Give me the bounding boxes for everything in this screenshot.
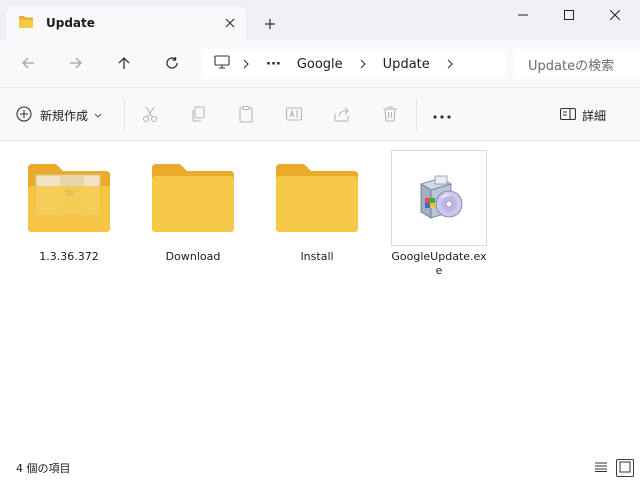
folder-item-download[interactable]: Download	[138, 150, 248, 264]
arrow-left-icon	[21, 56, 35, 73]
plus-circle-icon	[16, 105, 32, 125]
breadcrumb-overflow[interactable]: ···	[266, 57, 281, 72]
folder-icon	[269, 150, 365, 246]
arrow-right-icon	[69, 56, 83, 73]
delete-icon	[381, 105, 399, 126]
close-icon[interactable]	[222, 15, 238, 31]
folder-icon	[18, 15, 34, 32]
navigation-bar: ··· Google Update Updateの検索	[0, 40, 640, 88]
minimize-icon	[518, 9, 528, 23]
chevron-right-icon[interactable]	[440, 59, 460, 69]
minimize-button[interactable]	[500, 0, 546, 32]
title-bar: Update	[0, 0, 640, 40]
cut-button[interactable]	[138, 103, 162, 127]
new-button[interactable]: 新規作成	[16, 101, 102, 129]
breadcrumb-update[interactable]: Update	[383, 57, 430, 72]
refresh-button[interactable]	[158, 50, 186, 78]
folder-icon	[145, 150, 241, 246]
file-item-googleupdate-exe[interactable]: GoogleUpdate.exe	[384, 150, 494, 278]
list-view-icon	[595, 461, 607, 475]
large-icons-view-button[interactable]	[616, 459, 634, 477]
cut-icon	[141, 105, 159, 126]
arrow-up-icon	[117, 56, 131, 73]
item-count: 4 個の項目	[16, 462, 71, 475]
item-name: GoogleUpdate.exe	[391, 250, 487, 277]
more-icon	[433, 108, 451, 122]
computer-icon	[214, 55, 230, 73]
chevron-right-icon[interactable]	[353, 59, 373, 69]
rename-icon	[285, 105, 303, 126]
maximize-icon	[564, 9, 574, 23]
folder-with-content-icon	[21, 150, 117, 246]
refresh-icon	[165, 56, 179, 73]
close-icon	[609, 9, 621, 23]
installer-exe-icon	[391, 150, 487, 246]
share-button[interactable]	[330, 103, 354, 127]
command-bar: 新規作成 詳細	[0, 89, 640, 141]
file-view: 1.3.36.372 Download Install GoogleUpdate…	[0, 142, 640, 452]
close-window-button[interactable]	[592, 0, 638, 32]
breadcrumb-google[interactable]: Google	[297, 57, 343, 72]
rename-button[interactable]	[282, 103, 306, 127]
folder-item-version[interactable]: 1.3.36.372	[14, 150, 124, 264]
toolbar-divider	[416, 99, 417, 131]
copy-button[interactable]	[186, 103, 210, 127]
tab-update[interactable]: Update	[6, 6, 246, 40]
chevron-down-icon	[94, 108, 102, 122]
chevron-right-icon[interactable]	[236, 59, 256, 69]
paste-button[interactable]	[234, 103, 258, 127]
forward-button[interactable]	[62, 50, 90, 78]
back-button[interactable]	[14, 50, 42, 78]
delete-button[interactable]	[378, 103, 402, 127]
copy-icon	[189, 105, 207, 126]
more-options-button[interactable]	[428, 103, 456, 127]
address-bar[interactable]: ··· Google Update	[202, 49, 506, 79]
item-name: 1.3.36.372	[39, 250, 99, 263]
details-view-button[interactable]	[592, 459, 610, 477]
new-button-label: 新規作成	[40, 108, 89, 123]
maximize-button[interactable]	[546, 0, 592, 32]
item-name: Install	[300, 250, 334, 263]
new-tab-button[interactable]	[258, 12, 282, 36]
tab-title: Update	[46, 16, 95, 30]
tiles-view-icon	[619, 461, 631, 476]
paste-icon	[237, 105, 255, 126]
item-name: Download	[165, 250, 221, 263]
search-input[interactable]: Updateの検索	[514, 49, 640, 79]
details-pane-icon	[559, 107, 577, 123]
details-pane-button[interactable]: 詳細	[559, 103, 607, 127]
details-label: 詳細	[582, 108, 607, 123]
status-bar: 4 個の項目	[0, 456, 640, 480]
up-button[interactable]	[110, 50, 138, 78]
toolbar-divider	[124, 99, 125, 131]
folder-item-install[interactable]: Install	[262, 150, 372, 264]
share-icon	[333, 105, 351, 126]
